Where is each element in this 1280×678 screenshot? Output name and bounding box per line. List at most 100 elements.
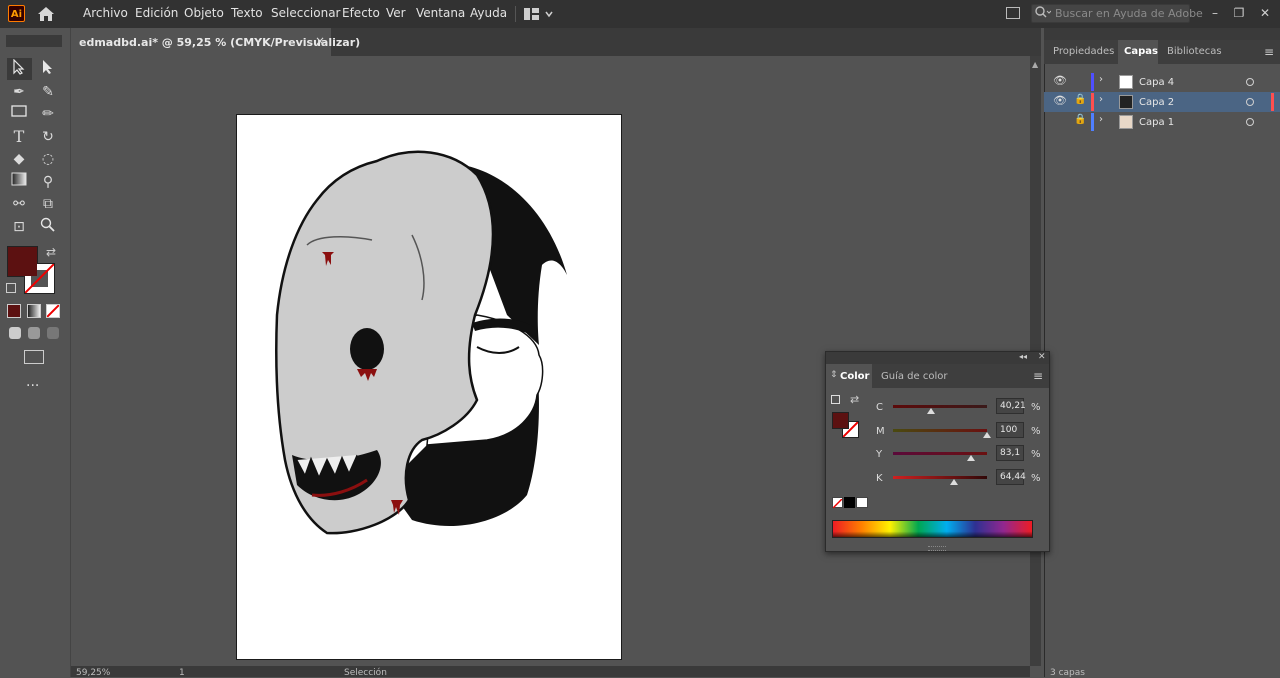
layer-target[interactable] xyxy=(1246,78,1254,86)
none-mode-icon[interactable] xyxy=(46,304,60,318)
layer-thumbnail xyxy=(1119,95,1133,109)
curvature-icon[interactable]: ✎ xyxy=(37,82,59,102)
chevron-right-icon[interactable]: › xyxy=(1099,94,1103,105)
slider-thumb-c[interactable] xyxy=(926,408,935,414)
search-icon xyxy=(1035,6,1052,23)
blend-icon[interactable]: ⚯ xyxy=(8,194,30,214)
maximize-button[interactable]: ❐ xyxy=(1228,3,1250,23)
eye-icon[interactable]: 👁 xyxy=(1053,94,1067,107)
type-icon[interactable]: T xyxy=(8,127,30,147)
shape-builder-icon[interactable]: ⧉ xyxy=(37,194,59,214)
menu-ver[interactable]: Ver xyxy=(386,6,406,20)
draw-normal-icon[interactable] xyxy=(9,327,21,339)
resize-grip[interactable] xyxy=(928,546,946,551)
rotate-icon[interactable]: ↻ xyxy=(37,127,59,147)
chevron-right-icon[interactable]: › xyxy=(1099,74,1103,85)
draw-behind-icon[interactable] xyxy=(28,327,40,339)
menu-seleccionar[interactable]: Seleccionar xyxy=(271,6,340,20)
app-logo: Ai xyxy=(8,5,25,22)
layer-thumbnail xyxy=(1119,75,1133,89)
artboard[interactable] xyxy=(236,114,622,660)
slider-track-c[interactable] xyxy=(893,405,987,408)
menu-icon[interactable]: ≡ xyxy=(1033,369,1043,383)
menu-edicion[interactable]: Edición xyxy=(135,6,178,20)
menu-archivo[interactable]: Archivo xyxy=(83,6,128,20)
black-swatch[interactable] xyxy=(844,497,855,508)
value-y[interactable]: 83,1 xyxy=(996,445,1024,461)
color-panel-titlebar[interactable] xyxy=(826,352,1049,364)
workspace-switcher-icon[interactable] xyxy=(524,7,554,24)
slider-thumb-m[interactable] xyxy=(983,432,991,438)
home-icon[interactable] xyxy=(37,6,55,22)
gradient-icon[interactable] xyxy=(8,172,30,192)
tab-guia-de-color[interactable]: Guía de color xyxy=(881,371,947,382)
color-spectrum[interactable] xyxy=(832,520,1033,538)
swap-colors-icon[interactable]: ⇄ xyxy=(46,245,56,259)
pct-k: % xyxy=(1031,473,1041,484)
slider-thumb-k[interactable] xyxy=(949,479,958,485)
layer-color xyxy=(1091,73,1094,91)
swap-colors-icon[interactable]: ⇄ xyxy=(850,393,859,406)
none-swatch[interactable] xyxy=(832,497,843,509)
lock-icon[interactable]: 🔒 xyxy=(1074,114,1086,125)
selection-tool-icon[interactable] xyxy=(8,58,30,79)
menu-efecto[interactable]: Efecto xyxy=(342,6,380,20)
zoom-icon[interactable] xyxy=(37,217,59,237)
tab-color[interactable]: Color xyxy=(840,371,869,382)
scroll-up-icon[interactable]: ▲ xyxy=(1032,60,1038,69)
close-window-button[interactable]: ✕ xyxy=(1254,3,1276,23)
menu-texto[interactable]: Texto xyxy=(231,6,263,20)
value-k[interactable]: 64,44 xyxy=(996,469,1026,485)
eye-icon[interactable]: 👁 xyxy=(1053,74,1067,87)
layer-name[interactable]: Capa 4 xyxy=(1139,77,1174,88)
horizontal-scrollbar[interactable] xyxy=(71,666,1030,677)
slider-thumb-y[interactable] xyxy=(967,455,976,461)
panel-toggle-icon[interactable] xyxy=(1006,7,1020,19)
draw-inside-icon[interactable] xyxy=(47,327,59,339)
search-placeholder: Buscar en Ayuda de Adobe xyxy=(1055,7,1203,20)
default-colors-icon[interactable] xyxy=(831,395,840,404)
slider-track-m[interactable] xyxy=(893,429,987,432)
rectangle-icon[interactable] xyxy=(8,104,30,124)
right-panel-header xyxy=(1044,28,1280,40)
menu-divider xyxy=(515,6,516,22)
document-tab-close-button[interactable]: × xyxy=(315,34,325,48)
artboard-icon[interactable]: ⊡ xyxy=(8,217,30,237)
menu-objeto[interactable]: Objeto xyxy=(184,6,224,20)
layer-name[interactable]: Capa 1 xyxy=(1139,117,1174,128)
color-mode-icon[interactable] xyxy=(7,304,21,318)
eraser-icon[interactable]: ◆ xyxy=(8,149,30,169)
menu-ventana[interactable]: Ventana xyxy=(416,6,465,20)
menu-ayuda[interactable]: Ayuda xyxy=(470,6,507,20)
default-colors-icon[interactable] xyxy=(6,283,16,293)
menu-icon[interactable]: ≡ xyxy=(1264,45,1274,59)
chevron-right-icon[interactable]: › xyxy=(1099,114,1103,125)
lock-icon[interactable]: 🔒 xyxy=(1074,94,1086,105)
white-swatch[interactable] xyxy=(856,497,868,508)
gradient-mode-icon[interactable] xyxy=(27,304,41,318)
tab-bibliotecas[interactable]: Bibliotecas xyxy=(1167,46,1222,57)
layer-thumbnail xyxy=(1119,115,1133,129)
layer-color xyxy=(1091,93,1094,111)
fill-swatch[interactable] xyxy=(832,412,849,429)
value-m[interactable]: 100 xyxy=(996,422,1024,438)
slider-track-k[interactable] xyxy=(893,476,987,479)
pencil-icon[interactable]: ✏ xyxy=(37,104,59,124)
tools-panel-header xyxy=(6,35,62,47)
direct-selection-icon[interactable] xyxy=(37,59,59,79)
value-c[interactable]: 40,21 xyxy=(996,398,1026,414)
layer-target[interactable] xyxy=(1246,98,1254,106)
pen-icon[interactable]: ✒ xyxy=(8,82,30,102)
slider-label-y: Y xyxy=(876,449,883,460)
screen-mode-icon[interactable] xyxy=(24,350,44,364)
more-tools-icon[interactable]: ··· xyxy=(26,378,39,394)
lasso-icon[interactable]: ◌ xyxy=(37,149,59,169)
eyedropper-icon[interactable]: ⚲ xyxy=(37,172,59,192)
tab-propiedades[interactable]: Propiedades xyxy=(1053,46,1114,57)
tab-capas[interactable]: Capas xyxy=(1124,46,1158,57)
layer-name[interactable]: Capa 2 xyxy=(1139,97,1174,108)
minimize-button[interactable]: – xyxy=(1204,3,1226,23)
close-panel-icon[interactable]: ✕ xyxy=(1038,352,1046,362)
collapse-icon[interactable]: ◂◂ xyxy=(1019,352,1027,361)
layer-target[interactable] xyxy=(1246,118,1254,126)
